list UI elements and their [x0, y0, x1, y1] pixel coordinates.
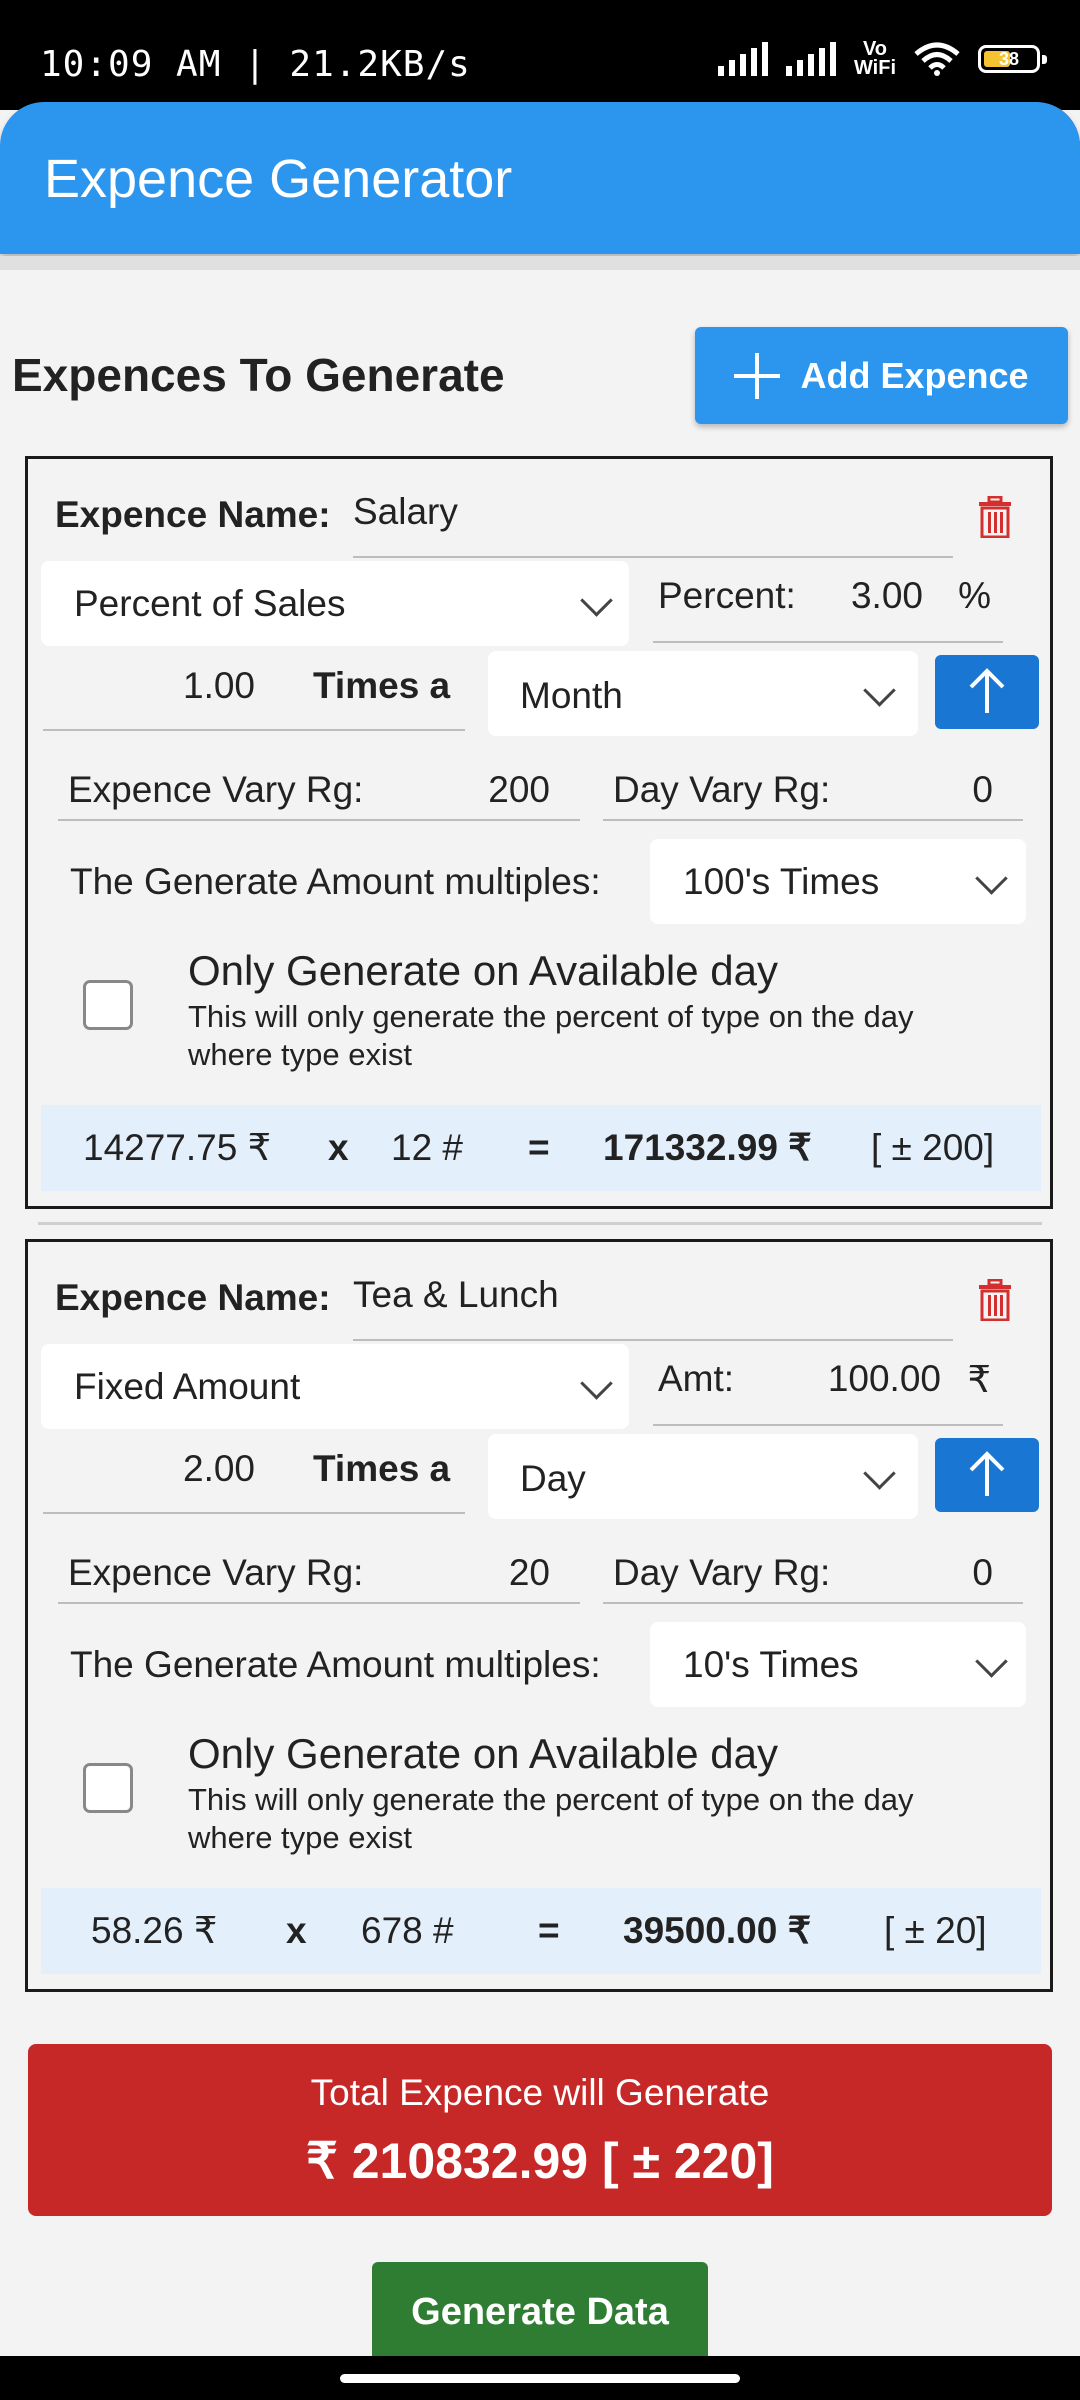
day-vary-field[interactable]: Day Vary Rg: 0 [603, 749, 1023, 821]
vary-range-field[interactable]: Expence Vary Rg: 20 [58, 1532, 580, 1604]
chevron-down-icon [975, 862, 1008, 895]
equals-sign: = [528, 1127, 550, 1168]
status-bar: 10:09 AM | 21.2KB/s Vo WiFi 38 [0, 0, 1080, 110]
vary-range-value: 20 [508, 1552, 550, 1593]
multiply-sign: x [328, 1127, 349, 1168]
home-gesture-handle[interactable] [340, 2374, 740, 2383]
times-value: 2.00 [183, 1448, 256, 1489]
checkbox-description: where type exist [188, 1037, 412, 1072]
add-expence-label: Add Expence [800, 354, 1029, 396]
expence-name-label: Expence Name: [55, 494, 331, 535]
expence-summary: 14277.75 ₹ x 12 # = 171332.99 ₹ [ ± 200] [41, 1105, 1041, 1191]
count: 678 # [361, 1910, 454, 1951]
equals-sign: = [538, 1910, 560, 1951]
available-day-checkbox[interactable] [83, 1763, 133, 1813]
unit-amount: 14277.75 ₹ [83, 1127, 272, 1168]
amount-field[interactable]: 3.00 % [653, 561, 1003, 643]
multiples-label: The Generate Amount multiples: [70, 861, 601, 902]
times-value: 1.00 [183, 665, 256, 706]
chevron-down-icon [580, 584, 613, 617]
multiples-label: The Generate Amount multiples: [70, 1644, 601, 1685]
amount-field[interactable]: 100.00 ₹ [653, 1344, 1003, 1426]
chevron-down-icon [975, 1645, 1008, 1678]
times-label: Times a [313, 665, 451, 706]
type-dropdown[interactable]: Percent of Sales [41, 561, 629, 646]
amount-unit: ₹ [967, 1359, 991, 1400]
chevron-down-icon [863, 1457, 896, 1490]
day-vary-label: Day Vary Rg: [613, 769, 831, 810]
period-dropdown[interactable]: Day [488, 1434, 918, 1519]
checkbox-title: Only Generate on Available day [188, 947, 778, 994]
signal-icon [717, 42, 768, 76]
expence-card: Expence Name: Salary Percent of Sales Pe… [25, 456, 1053, 1209]
period-dropdown[interactable]: Month [488, 651, 918, 736]
generate-data-button[interactable]: Generate Data [372, 2262, 708, 2362]
status-icons: Vo WiFi 38 [717, 38, 1047, 79]
type-selected: Percent of Sales [74, 583, 346, 624]
vary-range-value: 200 [488, 769, 550, 810]
multiples-dropdown[interactable]: 100's Times [650, 839, 1026, 924]
unit-amount: 58.26 ₹ [91, 1910, 218, 1951]
day-vary-label: Day Vary Rg: [613, 1552, 831, 1593]
day-vary-value: 0 [972, 769, 993, 810]
arrow-up-icon [969, 668, 1005, 713]
vary-range-field[interactable]: Expence Vary Rg: 200 [58, 749, 580, 821]
type-selected: Fixed Amount [74, 1366, 301, 1407]
expence-name-input[interactable]: Salary [353, 491, 953, 558]
type-dropdown[interactable]: Fixed Amount [41, 1344, 629, 1429]
times-label: Times a [313, 1448, 451, 1489]
arrow-up-icon [969, 1451, 1005, 1496]
trash-icon[interactable] [978, 1279, 1012, 1321]
available-day-checkbox[interactable] [83, 980, 133, 1030]
expence-summary: 58.26 ₹ x 678 # = 39500.00 ₹ [ ± 20] [41, 1888, 1041, 1974]
day-vary-value: 0 [972, 1552, 993, 1593]
checkbox-description: where type exist [188, 1820, 412, 1855]
chevron-down-icon [863, 674, 896, 707]
expence-total: 39500.00 ₹ [623, 1910, 812, 1951]
sort-up-button[interactable] [935, 1438, 1039, 1512]
checkbox-description: This will only generate the percent of t… [188, 1782, 914, 1817]
signal-icon [785, 42, 836, 76]
multiples-dropdown[interactable]: 10's Times [650, 1622, 1026, 1707]
checkbox-description: This will only generate the percent of t… [188, 999, 914, 1034]
chevron-down-icon [580, 1367, 613, 1400]
vowifi-icon: Vo WiFi [853, 38, 896, 79]
multiply-sign: x [286, 1910, 307, 1951]
count: 12 # [391, 1127, 464, 1168]
vary-range: [ ± 200] [871, 1127, 995, 1168]
expence-name-input[interactable]: Tea & Lunch [353, 1274, 953, 1341]
multiples-selected: 100's Times [683, 861, 880, 902]
amount-value: 100.00 [827, 1358, 941, 1399]
total-expence-panel: Total Expence will Generate ₹ 210832.99 … [28, 2044, 1052, 2216]
multiples-selected: 10's Times [683, 1644, 859, 1685]
battery-level: 38 [998, 49, 1020, 69]
vary-range-label: Expence Vary Rg: [68, 769, 364, 810]
status-time: 10:09 AM | 21.2KB/s [40, 44, 471, 85]
amount-value: 3.00 [850, 575, 923, 616]
period-selected: Day [520, 1458, 586, 1499]
period-selected: Month [520, 675, 623, 716]
wifi-icon [914, 42, 960, 76]
total-value: ₹ 210832.99 [ ± 220] [306, 2133, 774, 2189]
plus-icon [734, 352, 781, 399]
vary-range: [ ± 20] [884, 1910, 987, 1951]
expence-total: 171332.99 ₹ [603, 1127, 812, 1168]
sort-up-button[interactable] [935, 655, 1039, 729]
section-title: Expences To Generate [12, 349, 505, 401]
appbar-shadow [0, 256, 1080, 270]
checkbox-title: Only Generate on Available day [188, 1730, 778, 1777]
app-title: Expence Generator [44, 149, 513, 209]
amount-unit: % [958, 575, 991, 616]
vary-range-label: Expence Vary Rg: [68, 1552, 364, 1593]
trash-icon[interactable] [978, 496, 1012, 538]
add-expence-button[interactable]: Add Expence [695, 327, 1068, 424]
total-label: Total Expence will Generate [310, 2072, 770, 2113]
expence-name-label: Expence Name: [55, 1277, 331, 1318]
day-vary-field[interactable]: Day Vary Rg: 0 [603, 1532, 1023, 1604]
expence-card: Expence Name: Tea & Lunch Fixed Amount A… [25, 1239, 1053, 1992]
card-divider [38, 1222, 1042, 1225]
battery-icon: 38 [978, 45, 1047, 73]
